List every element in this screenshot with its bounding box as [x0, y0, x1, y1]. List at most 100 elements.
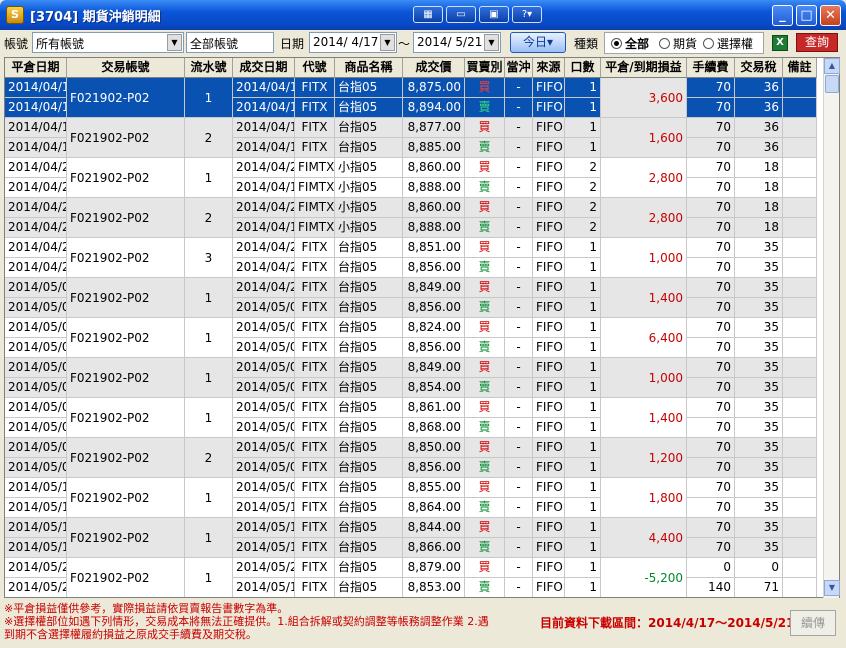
- cell-price[interactable]: 8,849.00: [403, 358, 465, 378]
- cell-price[interactable]: 8,844.00: [403, 518, 465, 538]
- cell-serial[interactable]: 2: [185, 118, 233, 158]
- cell-price[interactable]: 8,856.00: [403, 258, 465, 278]
- cell-side[interactable]: 賣: [465, 498, 505, 518]
- cell-product-name[interactable]: 台指05: [335, 418, 403, 438]
- cell-product-name[interactable]: 台指05: [335, 78, 403, 98]
- header-col-tax[interactable]: 交易稅: [735, 58, 783, 78]
- header-col-serial[interactable]: 流水號: [185, 58, 233, 78]
- cell-qty[interactable]: 1: [565, 118, 601, 138]
- cell-price[interactable]: 8,875.00: [403, 78, 465, 98]
- cell-price[interactable]: 8,866.00: [403, 538, 465, 558]
- scroll-down-icon[interactable]: ▼: [824, 580, 840, 596]
- cell-product-name[interactable]: 台指05: [335, 98, 403, 118]
- cell-trade-date[interactable]: 2014/05/08: [233, 378, 295, 398]
- cell-price[interactable]: 8,894.00: [403, 98, 465, 118]
- cell-code[interactable]: FITX: [295, 558, 335, 578]
- cell-close-date[interactable]: 2014/05/06: [5, 278, 67, 298]
- cell-tax[interactable]: 18: [735, 178, 783, 198]
- cell-trade-date[interactable]: 2014/05/14: [233, 538, 295, 558]
- cell-trade-date[interactable]: 2014/05/09: [233, 398, 295, 418]
- cell-trade-date[interactable]: 2014/04/17: [233, 78, 295, 98]
- cell-account[interactable]: F021902-P02: [67, 478, 185, 518]
- cell-remark[interactable]: [783, 498, 817, 518]
- cell-price[interactable]: 8,860.00: [403, 198, 465, 218]
- scroll-thumb[interactable]: [825, 75, 839, 93]
- cell-pnl[interactable]: 1,400: [601, 278, 687, 318]
- cell-fee[interactable]: 70: [687, 518, 735, 538]
- cell-remark[interactable]: [783, 178, 817, 198]
- cell-close-date[interactable]: 2014/05/09: [5, 438, 67, 458]
- cell-code[interactable]: FITX: [295, 518, 335, 538]
- cell-tax[interactable]: 18: [735, 198, 783, 218]
- cell-daytrade[interactable]: -: [505, 478, 533, 498]
- title-bar[interactable]: S [3704] 期貨沖銷明細 ▦ ▭ ▣ ?▾ _ □ ✕: [0, 0, 846, 30]
- cell-source[interactable]: FIFO: [533, 138, 565, 158]
- header-col-code[interactable]: 代號: [295, 58, 335, 78]
- cell-side[interactable]: 買: [465, 238, 505, 258]
- cell-daytrade[interactable]: -: [505, 278, 533, 298]
- resend-button[interactable]: 續傳: [790, 610, 836, 636]
- cell-price[interactable]: 8,860.00: [403, 158, 465, 178]
- cell-fee[interactable]: 70: [687, 498, 735, 518]
- cell-serial[interactable]: 1: [185, 278, 233, 318]
- cell-side[interactable]: 賣: [465, 378, 505, 398]
- cell-product-name[interactable]: 小指05: [335, 178, 403, 198]
- cell-pnl[interactable]: 1,200: [601, 438, 687, 478]
- cell-daytrade[interactable]: -: [505, 198, 533, 218]
- cell-close-date[interactable]: 2014/04/17: [5, 138, 67, 158]
- cell-tax[interactable]: 35: [735, 358, 783, 378]
- cell-close-date[interactable]: 2014/04/17: [5, 98, 67, 118]
- header-col-daytrade[interactable]: 當沖: [505, 58, 533, 78]
- cell-account[interactable]: F021902-P02: [67, 558, 185, 597]
- cell-trade-date[interactable]: 2014/05/16: [233, 578, 295, 597]
- cell-fee[interactable]: 70: [687, 458, 735, 478]
- cell-side[interactable]: 賣: [465, 458, 505, 478]
- cell-trade-date[interactable]: 2014/04/17: [233, 98, 295, 118]
- cell-source[interactable]: FIFO: [533, 318, 565, 338]
- cell-price[interactable]: 8,851.00: [403, 238, 465, 258]
- cell-source[interactable]: FIFO: [533, 438, 565, 458]
- cell-remark[interactable]: [783, 278, 817, 298]
- cell-tax[interactable]: 36: [735, 118, 783, 138]
- cell-pnl[interactable]: 1,000: [601, 238, 687, 278]
- cell-side[interactable]: 賣: [465, 298, 505, 318]
- cell-account[interactable]: F021902-P02: [67, 118, 185, 158]
- cell-qty[interactable]: 1: [565, 358, 601, 378]
- cell-product-name[interactable]: 台指05: [335, 358, 403, 378]
- cell-pnl[interactable]: 4,400: [601, 518, 687, 558]
- cell-source[interactable]: FIFO: [533, 258, 565, 278]
- cell-daytrade[interactable]: -: [505, 458, 533, 478]
- chevron-down-icon[interactable]: ▼: [167, 34, 182, 51]
- cell-side[interactable]: 賣: [465, 218, 505, 238]
- cell-side[interactable]: 買: [465, 398, 505, 418]
- cell-close-date[interactable]: 2014/04/25: [5, 198, 67, 218]
- cell-product-name[interactable]: 小指05: [335, 218, 403, 238]
- cell-tax[interactable]: 18: [735, 158, 783, 178]
- cell-daytrade[interactable]: -: [505, 378, 533, 398]
- query-button[interactable]: 查詢: [796, 33, 838, 52]
- vertical-scrollbar[interactable]: ▲ ▼: [823, 58, 840, 598]
- cell-side[interactable]: 買: [465, 358, 505, 378]
- cell-side[interactable]: 賣: [465, 418, 505, 438]
- cell-source[interactable]: FIFO: [533, 478, 565, 498]
- cell-daytrade[interactable]: -: [505, 538, 533, 558]
- cell-remark[interactable]: [783, 298, 817, 318]
- cell-trade-date[interactable]: 2014/05/06: [233, 338, 295, 358]
- cell-trade-date[interactable]: 2014/05/09: [233, 458, 295, 478]
- cell-serial[interactable]: 1: [185, 78, 233, 118]
- cell-tax[interactable]: 35: [735, 538, 783, 558]
- cell-pnl[interactable]: 1,400: [601, 398, 687, 438]
- cell-qty[interactable]: 1: [565, 538, 601, 558]
- cell-trade-date[interactable]: 2014/04/17: [233, 218, 295, 238]
- cell-qty[interactable]: 1: [565, 138, 601, 158]
- cell-fee[interactable]: 70: [687, 318, 735, 338]
- cell-code[interactable]: FIMTX: [295, 198, 335, 218]
- cell-code[interactable]: FITX: [295, 298, 335, 318]
- cell-code[interactable]: FITX: [295, 78, 335, 98]
- cell-price[interactable]: 8,853.00: [403, 578, 465, 597]
- cell-account[interactable]: F021902-P02: [67, 198, 185, 238]
- cell-serial[interactable]: 3: [185, 238, 233, 278]
- cell-fee[interactable]: 70: [687, 338, 735, 358]
- cell-fee[interactable]: 70: [687, 438, 735, 458]
- cell-fee[interactable]: 70: [687, 98, 735, 118]
